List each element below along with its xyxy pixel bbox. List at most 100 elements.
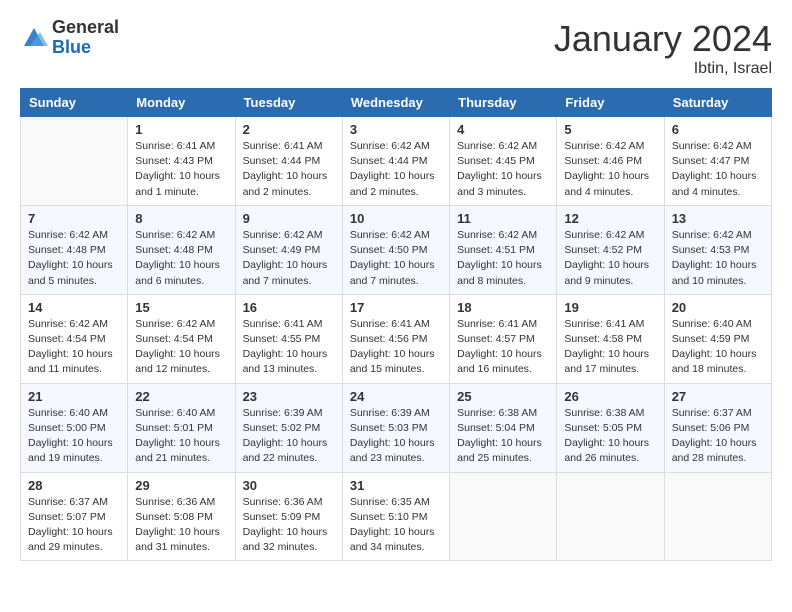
calendar-cell: 9 Sunrise: 6:42 AMSunset: 4:49 PMDaylight…	[235, 205, 342, 294]
calendar-cell: 23 Sunrise: 6:39 AMSunset: 5:02 PMDayligh…	[235, 383, 342, 472]
calendar-cell: 5 Sunrise: 6:42 AMSunset: 4:46 PMDaylight…	[557, 117, 664, 206]
day-number: 26	[564, 389, 656, 404]
day-info: Sunrise: 6:42 AMSunset: 4:49 PMDaylight:…	[243, 228, 335, 289]
calendar-cell: 25 Sunrise: 6:38 AMSunset: 5:04 PMDayligh…	[450, 383, 557, 472]
day-number: 10	[350, 211, 442, 226]
day-number: 31	[350, 478, 442, 493]
calendar-cell	[664, 472, 771, 561]
day-info: Sunrise: 6:42 AMSunset: 4:48 PMDaylight:…	[28, 228, 120, 289]
weekday-header-friday: Friday	[557, 89, 664, 117]
weekday-header-wednesday: Wednesday	[342, 89, 449, 117]
day-info: Sunrise: 6:36 AMSunset: 5:08 PMDaylight:…	[135, 495, 227, 556]
day-info: Sunrise: 6:42 AMSunset: 4:54 PMDaylight:…	[135, 317, 227, 378]
calendar-cell: 31 Sunrise: 6:35 AMSunset: 5:10 PMDayligh…	[342, 472, 449, 561]
calendar-cell: 17Sunrise: 6:41 AMSunset: 4:56 PMDayligh…	[342, 294, 449, 383]
calendar-week-row: 14Sunrise: 6:42 AMSunset: 4:54 PMDayligh…	[21, 294, 772, 383]
day-info: Sunrise: 6:41 AMSunset: 4:58 PMDaylight:…	[564, 317, 656, 378]
calendar-cell: 28 Sunrise: 6:37 AMSunset: 5:07 PMDayligh…	[21, 472, 128, 561]
calendar-cell: 29 Sunrise: 6:36 AMSunset: 5:08 PMDayligh…	[128, 472, 235, 561]
calendar-cell: 21 Sunrise: 6:40 AMSunset: 5:00 PMDayligh…	[21, 383, 128, 472]
calendar-week-row: 28 Sunrise: 6:37 AMSunset: 5:07 PMDayligh…	[21, 472, 772, 561]
day-info: Sunrise: 6:38 AMSunset: 5:05 PMDaylight:…	[564, 406, 656, 467]
day-info: Sunrise: 6:42 AMSunset: 4:54 PMDaylight:…	[28, 317, 120, 378]
day-number: 5	[564, 122, 656, 137]
calendar-cell: 3Sunrise: 6:42 AMSunset: 4:44 PMDaylight…	[342, 117, 449, 206]
calendar-cell: 18Sunrise: 6:41 AMSunset: 4:57 PMDayligh…	[450, 294, 557, 383]
day-info: Sunrise: 6:42 AMSunset: 4:44 PMDaylight:…	[350, 139, 442, 200]
calendar-cell: 2 Sunrise: 6:41 AMSunset: 4:44 PMDaylight…	[235, 117, 342, 206]
day-number: 25	[457, 389, 549, 404]
month-title: January 2024	[554, 18, 772, 60]
day-info: Sunrise: 6:41 AMSunset: 4:56 PMDaylight:…	[350, 317, 442, 378]
day-number: 20	[672, 300, 764, 315]
day-number: 16	[243, 300, 335, 315]
calendar-cell: 6 Sunrise: 6:42 AMSunset: 4:47 PMDaylight…	[664, 117, 771, 206]
weekday-header-saturday: Saturday	[664, 89, 771, 117]
logo-icon	[20, 24, 48, 52]
calendar-cell: 24 Sunrise: 6:39 AMSunset: 5:03 PMDayligh…	[342, 383, 449, 472]
calendar-cell: 11 Sunrise: 6:42 AMSunset: 4:51 PMDayligh…	[450, 205, 557, 294]
day-number: 11	[457, 211, 549, 226]
day-number: 4	[457, 122, 549, 137]
weekday-header-tuesday: Tuesday	[235, 89, 342, 117]
day-info: Sunrise: 6:39 AMSunset: 5:02 PMDaylight:…	[243, 406, 335, 467]
day-info: Sunrise: 6:42 AMSunset: 4:46 PMDaylight:…	[564, 139, 656, 200]
day-info: Sunrise: 6:42 AMSunset: 4:51 PMDaylight:…	[457, 228, 549, 289]
day-number: 21	[28, 389, 120, 404]
day-number: 28	[28, 478, 120, 493]
day-info: Sunrise: 6:35 AMSunset: 5:10 PMDaylight:…	[350, 495, 442, 556]
calendar-week-row: 1Sunrise: 6:41 AMSunset: 4:43 PMDaylight…	[21, 117, 772, 206]
calendar-cell: 8 Sunrise: 6:42 AMSunset: 4:48 PMDaylight…	[128, 205, 235, 294]
day-info: Sunrise: 6:40 AMSunset: 4:59 PMDaylight:…	[672, 317, 764, 378]
calendar-week-row: 7Sunrise: 6:42 AMSunset: 4:48 PMDaylight…	[21, 205, 772, 294]
day-info: Sunrise: 6:40 AMSunset: 5:01 PMDaylight:…	[135, 406, 227, 467]
day-info: Sunrise: 6:40 AMSunset: 5:00 PMDaylight:…	[28, 406, 120, 467]
page-header: General Blue January 2024 Ibtin, Israel	[20, 18, 772, 78]
logo-text: General Blue	[52, 18, 119, 58]
title-section: January 2024 Ibtin, Israel	[554, 18, 772, 78]
day-number: 6	[672, 122, 764, 137]
day-info: Sunrise: 6:42 AMSunset: 4:45 PMDaylight:…	[457, 139, 549, 200]
calendar-cell: 10 Sunrise: 6:42 AMSunset: 4:50 PMDayligh…	[342, 205, 449, 294]
day-number: 1	[135, 122, 227, 137]
calendar-cell: 14Sunrise: 6:42 AMSunset: 4:54 PMDayligh…	[21, 294, 128, 383]
calendar-cell: 22Sunrise: 6:40 AMSunset: 5:01 PMDayligh…	[128, 383, 235, 472]
day-info: Sunrise: 6:37 AMSunset: 5:07 PMDaylight:…	[28, 495, 120, 556]
calendar-cell: 30 Sunrise: 6:36 AMSunset: 5:09 PMDayligh…	[235, 472, 342, 561]
day-info: Sunrise: 6:42 AMSunset: 4:47 PMDaylight:…	[672, 139, 764, 200]
calendar-cell	[557, 472, 664, 561]
day-info: Sunrise: 6:39 AMSunset: 5:03 PMDaylight:…	[350, 406, 442, 467]
calendar-cell: 16Sunrise: 6:41 AMSunset: 4:55 PMDayligh…	[235, 294, 342, 383]
day-number: 2	[243, 122, 335, 137]
calendar-cell	[450, 472, 557, 561]
calendar-page: General Blue January 2024 Ibtin, Israel …	[0, 0, 792, 571]
day-number: 9	[243, 211, 335, 226]
day-number: 29	[135, 478, 227, 493]
day-info: Sunrise: 6:42 AMSunset: 4:50 PMDaylight:…	[350, 228, 442, 289]
calendar-week-row: 21 Sunrise: 6:40 AMSunset: 5:00 PMDayligh…	[21, 383, 772, 472]
weekday-header-monday: Monday	[128, 89, 235, 117]
calendar-cell	[21, 117, 128, 206]
calendar-cell: 4 Sunrise: 6:42 AMSunset: 4:45 PMDaylight…	[450, 117, 557, 206]
calendar-cell: 13Sunrise: 6:42 AMSunset: 4:53 PMDayligh…	[664, 205, 771, 294]
day-info: Sunrise: 6:36 AMSunset: 5:09 PMDaylight:…	[243, 495, 335, 556]
calendar-cell: 27 Sunrise: 6:37 AMSunset: 5:06 PMDayligh…	[664, 383, 771, 472]
calendar-cell: 20 Sunrise: 6:40 AMSunset: 4:59 PMDayligh…	[664, 294, 771, 383]
calendar-cell: 1Sunrise: 6:41 AMSunset: 4:43 PMDaylight…	[128, 117, 235, 206]
day-info: Sunrise: 6:42 AMSunset: 4:48 PMDaylight:…	[135, 228, 227, 289]
day-number: 12	[564, 211, 656, 226]
day-info: Sunrise: 6:37 AMSunset: 5:06 PMDaylight:…	[672, 406, 764, 467]
day-number: 8	[135, 211, 227, 226]
day-info: Sunrise: 6:38 AMSunset: 5:04 PMDaylight:…	[457, 406, 549, 467]
day-number: 19	[564, 300, 656, 315]
day-number: 27	[672, 389, 764, 404]
day-number: 13	[672, 211, 764, 226]
logo: General Blue	[20, 18, 119, 58]
calendar-cell: 12Sunrise: 6:42 AMSunset: 4:52 PMDayligh…	[557, 205, 664, 294]
logo-general-text: General	[52, 18, 119, 38]
day-number: 30	[243, 478, 335, 493]
day-info: Sunrise: 6:41 AMSunset: 4:44 PMDaylight:…	[243, 139, 335, 200]
day-number: 23	[243, 389, 335, 404]
calendar-cell: 15Sunrise: 6:42 AMSunset: 4:54 PMDayligh…	[128, 294, 235, 383]
day-number: 24	[350, 389, 442, 404]
